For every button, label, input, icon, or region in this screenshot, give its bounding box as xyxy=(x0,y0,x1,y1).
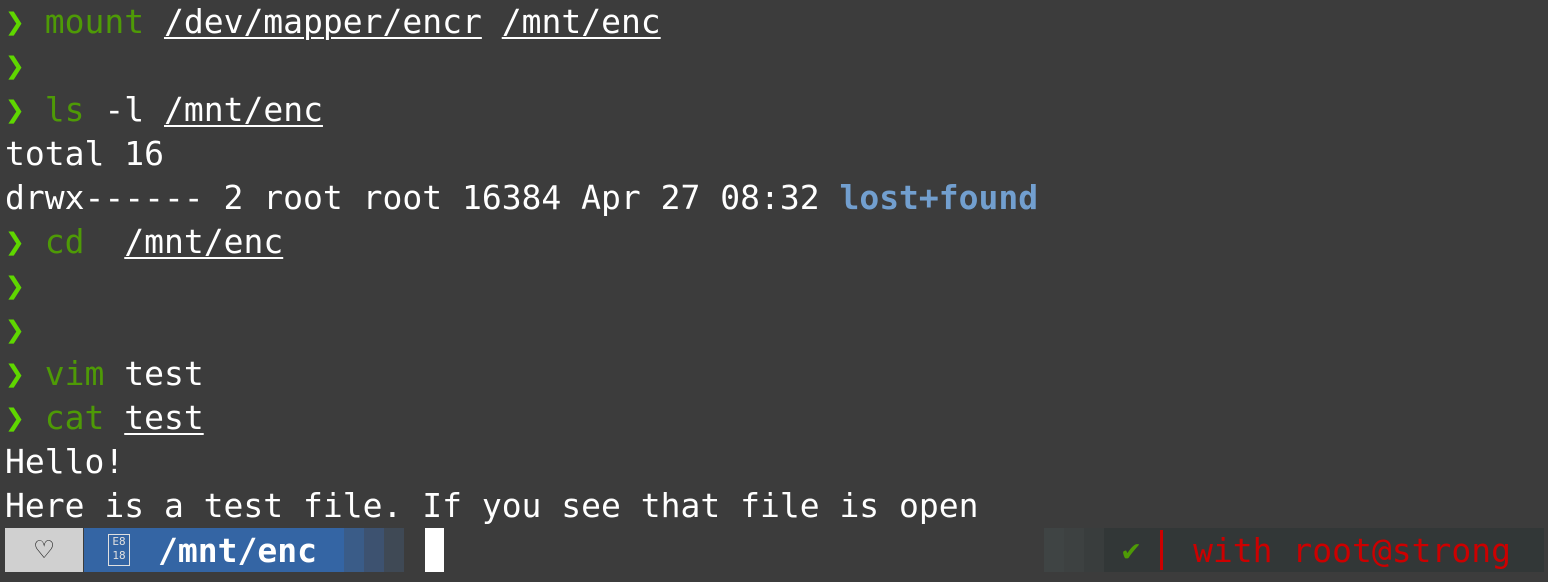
terminal-line: ❯ mount /dev/mapper/encr /mnt/enc xyxy=(5,0,1548,44)
path-argument: test xyxy=(124,398,204,437)
terminal-line: ❯ xyxy=(5,308,1548,352)
terminal-output: ❯ mount /dev/mapper/encr /mnt/enc ❯ ❯ ls -… xyxy=(5,0,1548,528)
ls-entry-details: drwx------ 2 root root 16384 Apr 27 08:3… xyxy=(5,178,840,217)
command-name: cat xyxy=(44,398,105,437)
cwd-segment: E8 18 /mnt/enc xyxy=(84,528,344,572)
segment-fade xyxy=(1044,528,1064,572)
prompt-chevron-icon: ❯ xyxy=(5,2,25,41)
command-argument: test xyxy=(124,354,204,393)
prompt-chevron-icon: ❯ xyxy=(5,398,25,437)
command-name: vim xyxy=(44,354,105,393)
segment-fade xyxy=(1084,528,1104,572)
prompt-chevron-icon: ❯ xyxy=(5,222,25,261)
cwd-label: /mnt/enc xyxy=(158,530,317,570)
status-segment: ✔ with root@strong xyxy=(1104,528,1544,572)
segment-fade xyxy=(364,528,384,572)
prompt-chevron-icon: ❯ xyxy=(5,310,25,349)
prompt-chevron-icon: ❯ xyxy=(5,90,25,129)
prompt-chevron-icon: ❯ xyxy=(5,266,25,305)
segment-separator xyxy=(1160,530,1164,570)
output-text: Here is a test file. If you see that fil… xyxy=(5,486,979,525)
segment-fade xyxy=(344,528,364,572)
prompt-chevron-icon: ❯ xyxy=(5,46,25,85)
segment-fade xyxy=(384,528,404,572)
terminal-line: Here is a test file. If you see that fil… xyxy=(5,484,1548,528)
path-argument: /mnt/enc xyxy=(124,222,284,261)
terminal-line: ❯ cd /mnt/enc xyxy=(5,220,1548,264)
terminal-line: ❯ ls -l /mnt/enc xyxy=(5,88,1548,132)
command-argument: -l xyxy=(104,90,145,129)
heart-outline-icon: ♡ xyxy=(34,532,54,568)
output-text: total 16 xyxy=(5,134,164,173)
prompt-chevron-icon: ❯ xyxy=(5,354,25,393)
output-text: Hello! xyxy=(5,442,125,481)
command-name: cd xyxy=(44,222,85,261)
directory-name: lost+found xyxy=(839,178,1039,217)
path-argument: /mnt/enc xyxy=(164,90,323,129)
terminal-line: ❯ cat test xyxy=(5,396,1548,440)
terminal-line: ❯ vim test xyxy=(5,352,1548,396)
command-name: mount xyxy=(44,2,145,41)
terminal-line: total 16 xyxy=(5,132,1548,176)
terminal-line: drwx------ 2 root root 16384 Apr 27 08:3… xyxy=(5,176,1548,220)
path-argument: /dev/mapper/encr xyxy=(163,2,482,41)
terminal-line: ❯ xyxy=(5,44,1548,88)
lock-icon: E8 18 xyxy=(108,534,130,566)
terminal-line: Hello! xyxy=(5,440,1548,484)
text-cursor[interactable] xyxy=(425,528,444,572)
command-name: ls xyxy=(44,90,85,129)
segment-fade xyxy=(1064,528,1084,572)
prompt-status-bar: ♡ E8 18 /mnt/enc ✔ with root@strong xyxy=(0,528,1548,572)
path-argument: /mnt/enc xyxy=(501,2,661,41)
check-icon: ✔ xyxy=(1122,532,1141,568)
os-segment: ♡ xyxy=(5,528,83,572)
terminal-line: ❯ xyxy=(5,264,1548,308)
user-context: with root@strong xyxy=(1193,530,1511,570)
